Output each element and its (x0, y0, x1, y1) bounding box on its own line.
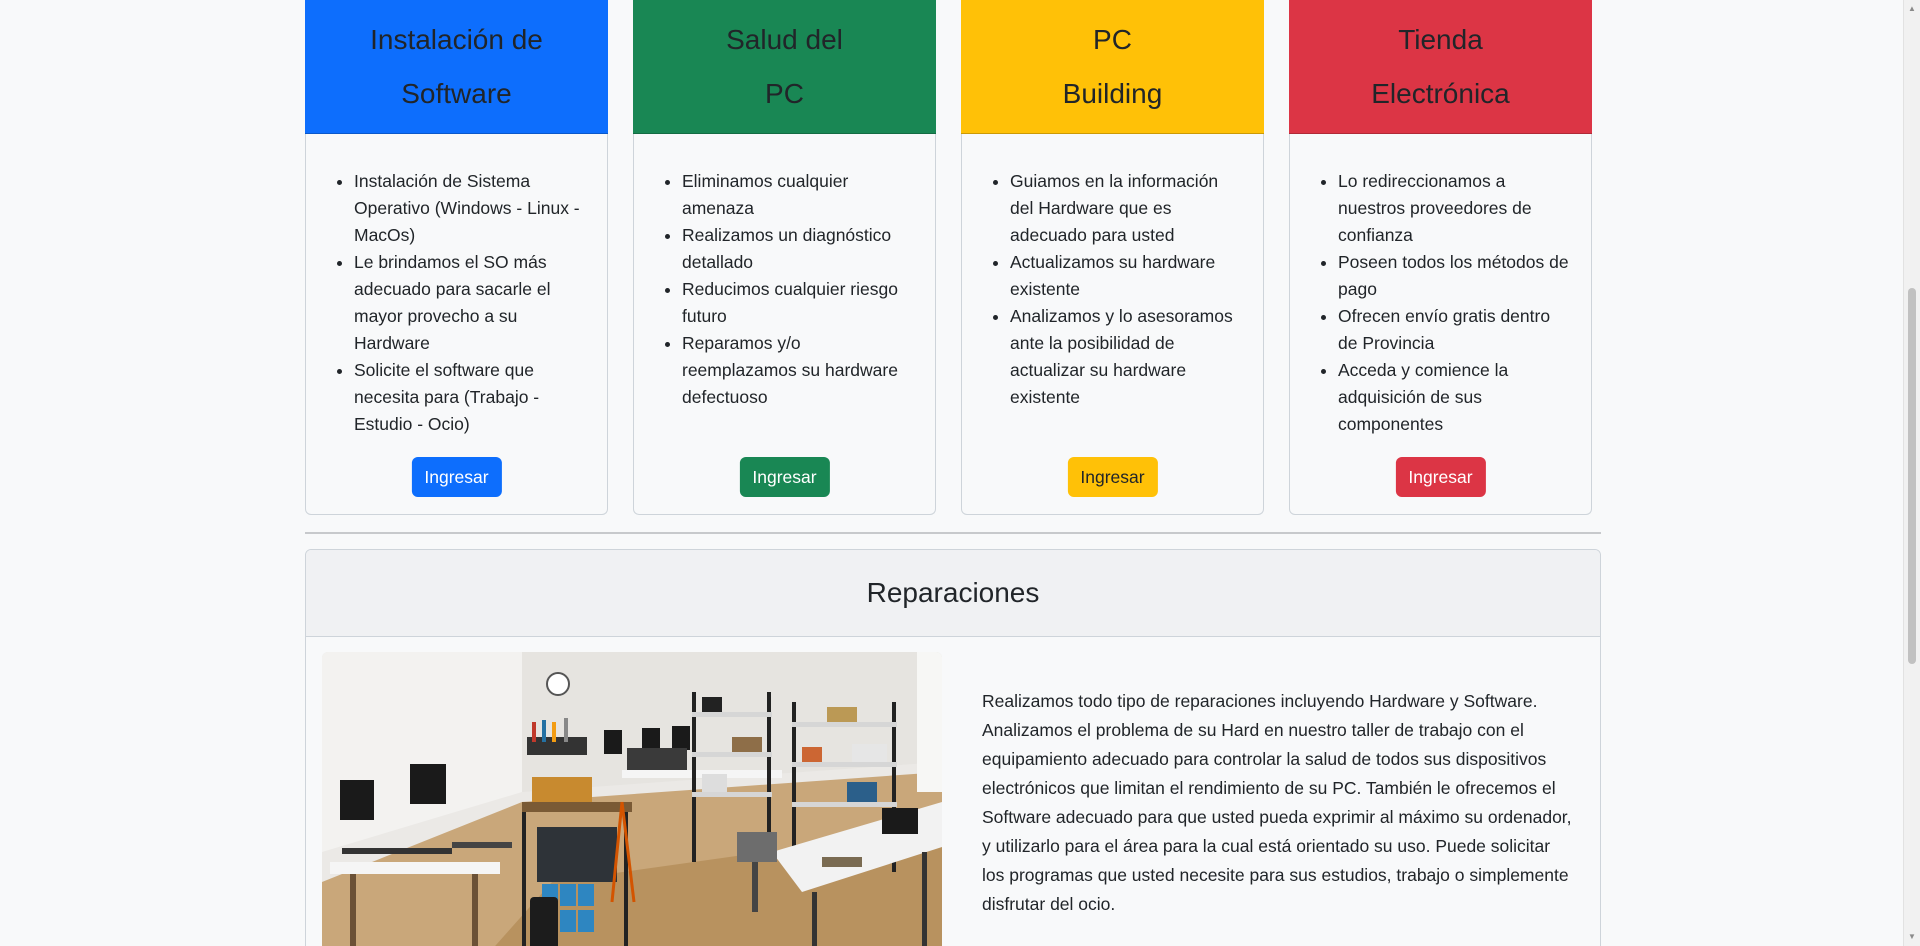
card-electronics-store: Tienda Electrónica Lo redireccionamos a … (1289, 0, 1592, 515)
card-feature-list: Lo redireccionamos a nuestros proveedore… (1312, 168, 1571, 438)
scrollbar-thumb[interactable] (1908, 288, 1916, 664)
card-header: PC Building (961, 0, 1264, 134)
card-title-line2: PC (765, 77, 804, 109)
list-item: Instalación de Sistema Operativo (Window… (354, 168, 587, 249)
card-header: Instalación de Software (305, 0, 608, 134)
list-item: Le brindamos el SO más adecuado para sac… (354, 249, 587, 357)
ingresar-button[interactable]: Ingresar (411, 457, 502, 497)
content-container: Instalación de Software Instalación de S… (305, 0, 1601, 946)
card-header: Salud del PC (633, 0, 936, 134)
section-divider (305, 532, 1601, 534)
card-feature-list: Eliminamos cualquier amenaza Realizamos … (656, 168, 915, 411)
list-item: Reparamos y/o reemplazamos su hardware d… (682, 330, 915, 411)
vertical-scrollbar[interactable]: ▲ ▼ (1903, 0, 1920, 946)
list-item: Ofrecen envío gratis dentro de Provincia (1338, 303, 1571, 357)
repairs-section: Reparaciones Realizamos todo tipo de rep… (305, 549, 1601, 946)
service-cards: Instalación de Software Instalación de S… (305, 0, 1601, 515)
list-item: Acceda y comience la adquisición de sus … (1338, 357, 1571, 438)
list-item: Poseen todos los métodos de pago (1338, 249, 1571, 303)
list-item: Eliminamos cualquier amenaza (682, 168, 915, 222)
page-viewport: Instalación de Software Instalación de S… (0, 0, 1920, 946)
ingresar-button[interactable]: Ingresar (739, 457, 830, 497)
card-feature-list: Instalación de Sistema Operativo (Window… (328, 168, 587, 438)
list-item: Actualizamos su hardware existente (1010, 249, 1243, 303)
card-title-line1: Instalación de (370, 23, 543, 55)
card-software-installation: Instalación de Software Instalación de S… (305, 0, 608, 515)
repair-workshop-photo (322, 652, 942, 946)
list-item: Reducimos cualquier riesgo futuro (682, 276, 915, 330)
card-pc-building: PC Building Guiamos en la información de… (961, 0, 1264, 515)
ingresar-button[interactable]: Ingresar (1067, 457, 1158, 497)
list-item: Realizamos un diagnóstico detallado (682, 222, 915, 276)
card-pc-health: Salud del PC Eliminamos cualquier amenaz… (633, 0, 936, 515)
list-item: Analizamos y lo asesoramos ante la posib… (1010, 303, 1243, 411)
scroll-up-arrow-icon[interactable]: ▲ (1908, 5, 1916, 13)
ingresar-button[interactable]: Ingresar (1395, 457, 1486, 497)
card-title-line2: Electrónica (1371, 77, 1510, 109)
card-title-line2: Software (401, 77, 512, 109)
repairs-title: Reparaciones (306, 550, 1600, 637)
card-title-line1: Tienda (1398, 23, 1483, 55)
card-title-line1: PC (1093, 23, 1132, 55)
card-title-line2: Building (1062, 77, 1163, 109)
card-header: Tienda Electrónica (1289, 0, 1592, 134)
list-item: Lo redireccionamos a nuestros proveedore… (1338, 168, 1571, 249)
card-title-line1: Salud del (726, 23, 843, 55)
list-item: Guiamos en la información del Hardware q… (1010, 168, 1243, 249)
card-feature-list: Guiamos en la información del Hardware q… (984, 168, 1243, 411)
list-item: Solicite el software que necesita para (… (354, 357, 587, 438)
scroll-down-arrow-icon[interactable]: ▼ (1908, 933, 1916, 941)
repairs-description: Realizamos todo tipo de reparaciones inc… (982, 691, 1572, 914)
